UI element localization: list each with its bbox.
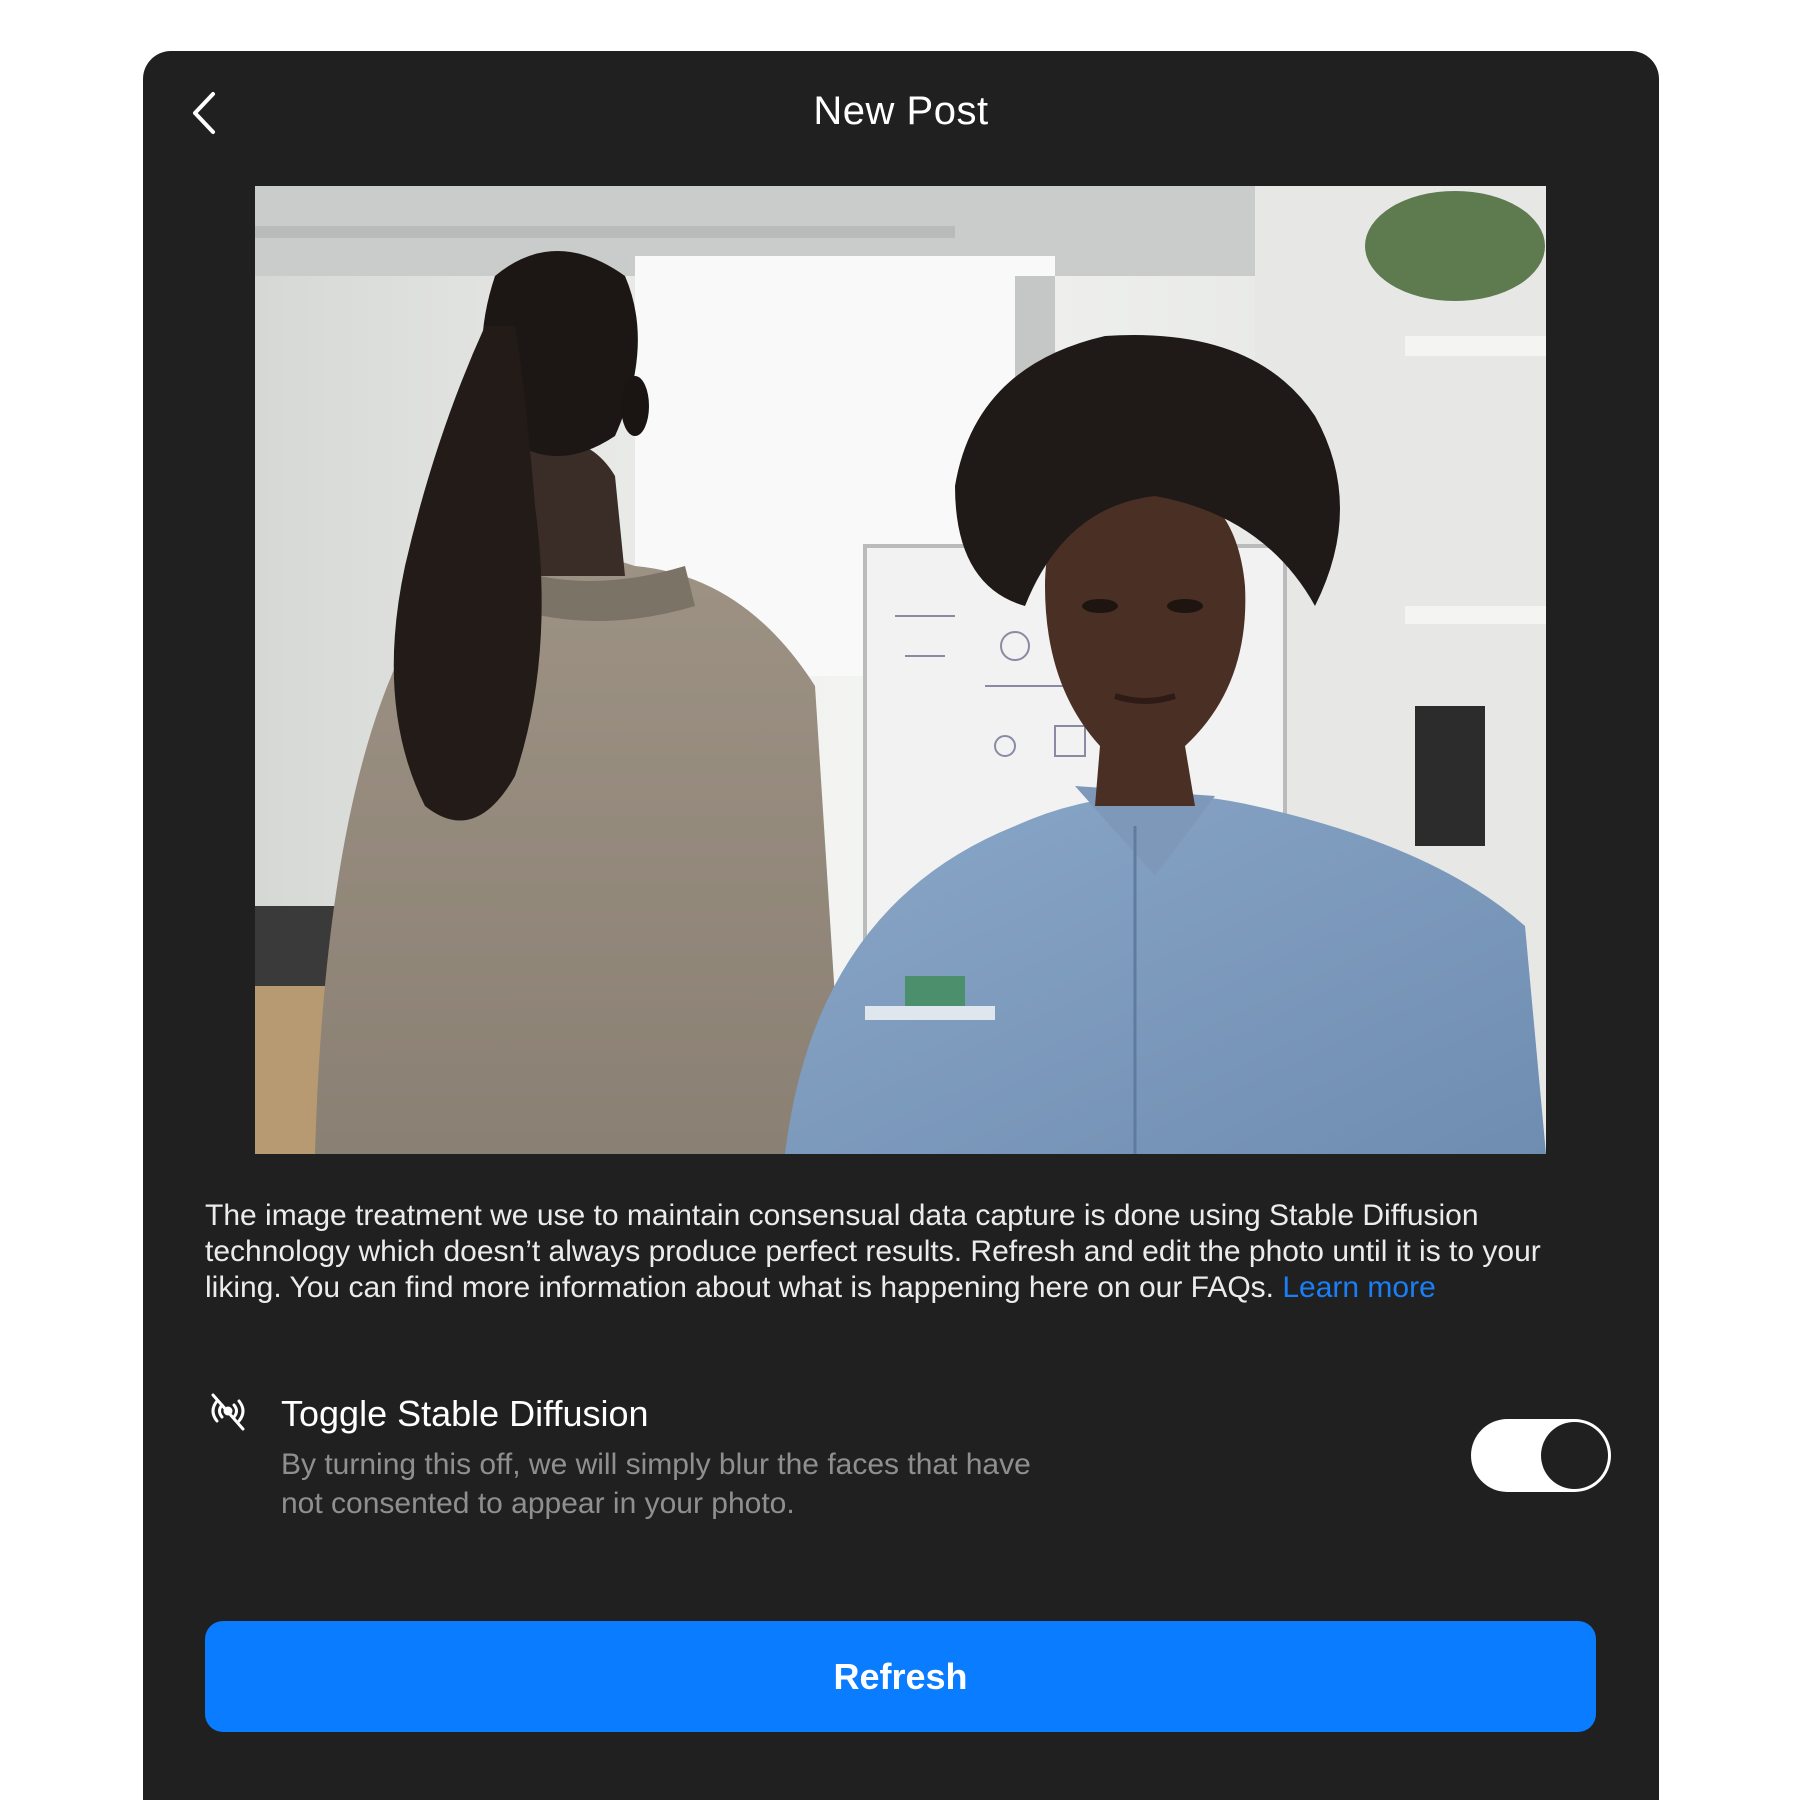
- stable-diffusion-setting: Toggle Stable Diffusion By turning this …: [205, 1389, 1611, 1529]
- description-text: The image treatment we use to maintain c…: [205, 1198, 1605, 1306]
- new-post-panel: New Post The image treatment we use to m…: [143, 51, 1659, 1800]
- toggle-knob: [1541, 1422, 1608, 1489]
- refresh-button[interactable]: Refresh: [205, 1621, 1596, 1732]
- toggle-subtitle: By turning this off, we will simply blur…: [281, 1448, 1031, 1520]
- stable-diffusion-toggle[interactable]: [1471, 1419, 1611, 1492]
- signal-off-icon: [205, 1389, 251, 1435]
- post-photo: [255, 186, 1546, 1154]
- page-title: New Post: [813, 89, 989, 133]
- header: New Post: [143, 51, 1659, 179]
- toggle-title: Toggle Stable Diffusion: [281, 1393, 649, 1434]
- learn-more-link[interactable]: Learn more: [1282, 1271, 1435, 1304]
